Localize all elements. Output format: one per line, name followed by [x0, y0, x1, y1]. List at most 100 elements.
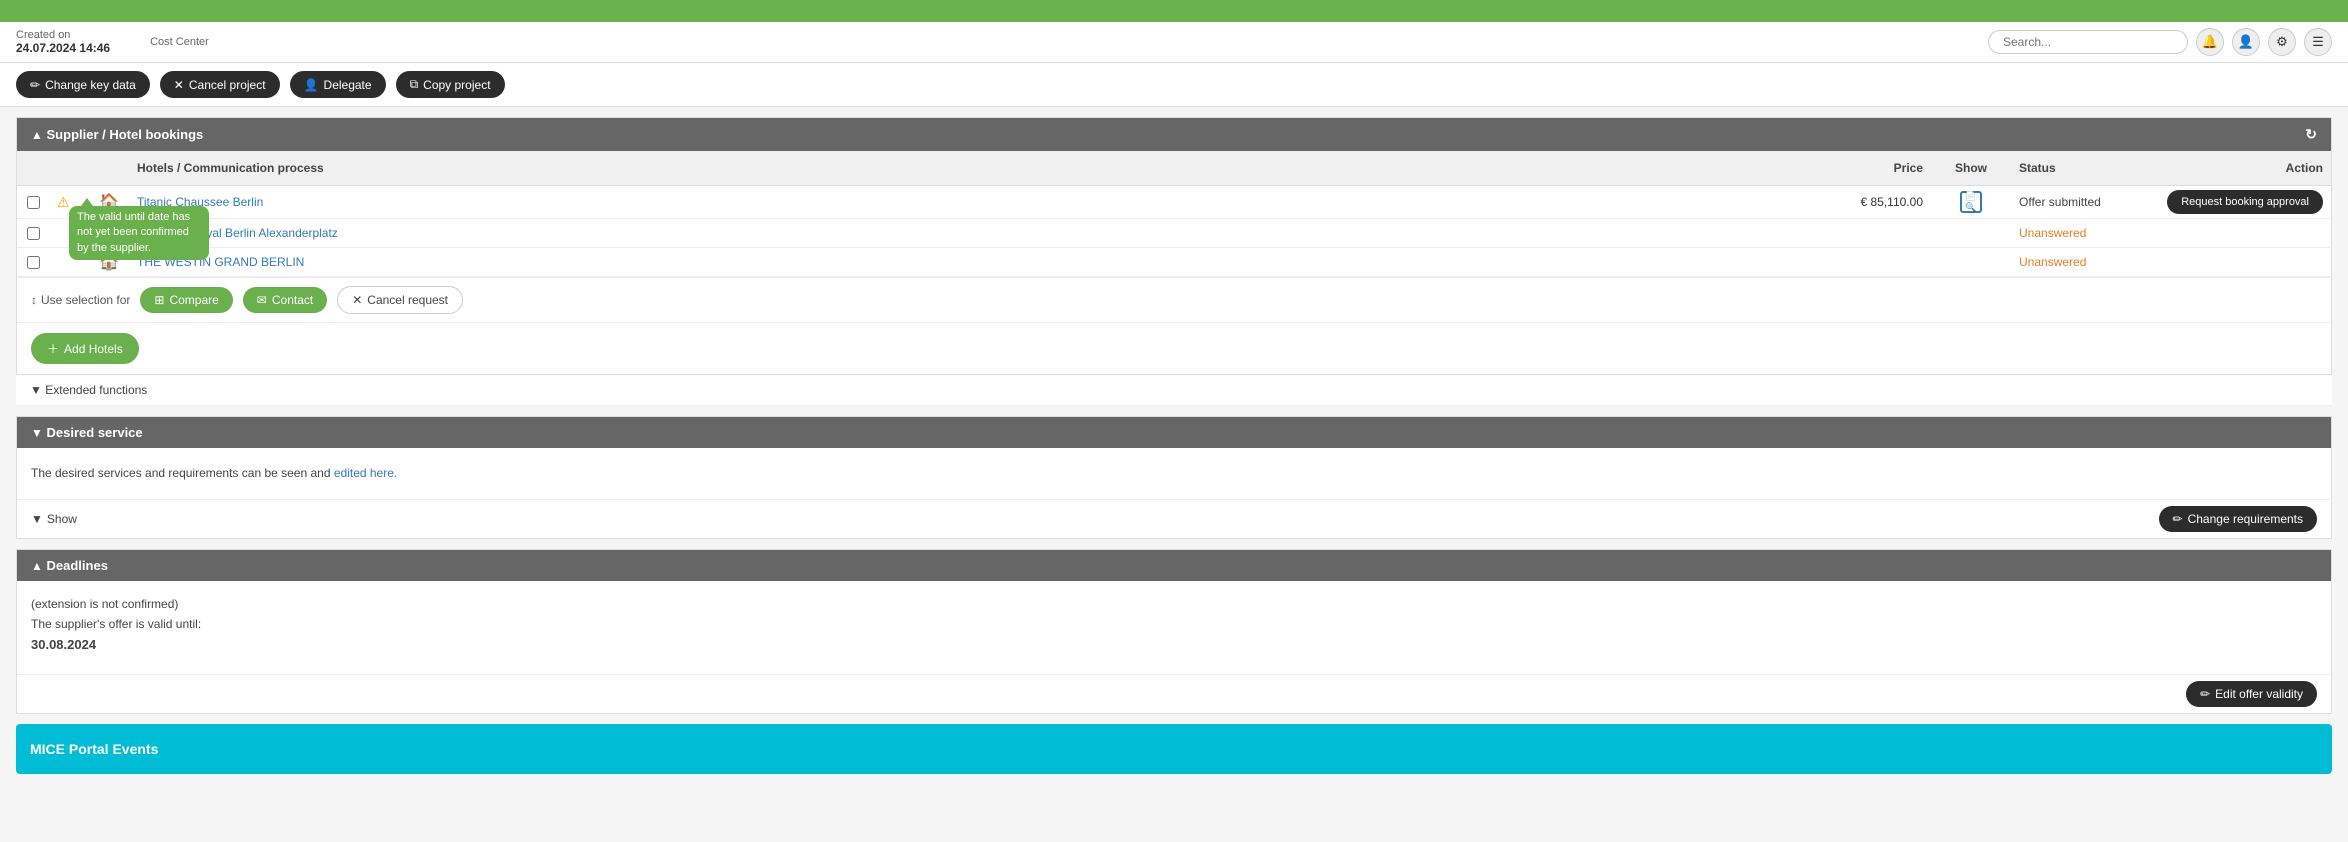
col-price-header: Price	[1771, 157, 1931, 179]
delegate-icon: 👤	[304, 78, 319, 92]
mice-portal-section: MICE Portal Events	[16, 724, 2332, 774]
edit-offer-validity-button[interactable]: ✏ Edit offer validity	[2186, 681, 2317, 707]
menu-icon[interactable]: ☰	[2304, 28, 2332, 56]
deadlines-title: ▲ Deadlines	[31, 558, 108, 573]
settings-icon[interactable]: ⚙	[2268, 28, 2296, 56]
row1-name-cell: Titanic Chaussee Berlin	[129, 186, 1771, 218]
chevron-up-icon: ▲	[31, 128, 43, 142]
show-document-icon[interactable]: 📄🔍	[1960, 191, 1982, 213]
supplier-section-icons: ↻	[2305, 126, 2317, 143]
desired-service-header[interactable]: ▼ Desired service	[17, 417, 2331, 448]
edit-icon: ✏	[30, 78, 40, 92]
cancel-request-button[interactable]: ✕ Cancel request	[337, 286, 463, 314]
delegate-button[interactable]: 👤 Delegate	[290, 71, 386, 98]
edit-offer-icon: ✏	[2200, 687, 2210, 701]
row1-action-cell[interactable]: Request booking approval	[2211, 186, 2331, 218]
cancel-req-icon: ✕	[352, 293, 362, 307]
cost-center-field: Cost Center	[150, 36, 209, 48]
supplier-section: ▲ Supplier / Hotel bookings ↻ Hotels / C…	[16, 117, 2332, 375]
created-on-label: Created on	[16, 29, 110, 41]
supplier-table-header: Hotels / Communication process Price Sho…	[17, 151, 2331, 186]
desired-service-content: The desired services and requirements ca…	[17, 448, 2331, 499]
row3-checkbox-cell[interactable]	[17, 248, 49, 276]
col-checkbox-header	[17, 157, 49, 179]
contact-icon: ✉	[257, 293, 267, 307]
row1-show-cell: 📄🔍	[1931, 186, 2011, 218]
show-toggle[interactable]: ▼ Show	[31, 512, 77, 526]
col-action-header: Action	[2211, 157, 2331, 179]
header-icon-cluster: 🔔 👤 ⚙ ☰	[2196, 28, 2332, 56]
user-icon[interactable]: 👤	[2232, 28, 2260, 56]
warning-icon[interactable]: ⚠	[57, 194, 70, 211]
change-key-data-button[interactable]: ✏ Change key data	[16, 71, 150, 98]
supplier-section-header[interactable]: ▲ Supplier / Hotel bookings ↻	[17, 118, 2331, 151]
contact-button[interactable]: ✉ Contact	[243, 287, 327, 313]
created-on-field: Created on 24.07.2024 14:46	[16, 29, 110, 55]
chevron-down-icon: ▼	[31, 512, 43, 526]
row2-checkbox[interactable]	[27, 227, 40, 240]
supplier-section-title: ▲ Supplier / Hotel bookings	[31, 127, 203, 142]
col-icon-header	[89, 157, 129, 179]
mice-portal-title: MICE Portal Events	[30, 741, 158, 757]
created-on-value: 24.07.2024 14:46	[16, 41, 110, 55]
cancel-icon: ✕	[174, 78, 184, 92]
compare-icon: ⊞	[154, 293, 164, 307]
sort-icon: ↕	[31, 293, 37, 307]
request-booking-approval-button[interactable]: Request booking approval	[2167, 190, 2323, 214]
action-buttons-bar: ✏ Change key data ✕ Cancel project 👤 Del…	[0, 63, 2348, 107]
row1-warning-cell: ⚠ The valid until date has not yet been …	[49, 186, 89, 218]
cancel-project-button[interactable]: ✕ Cancel project	[160, 71, 280, 98]
row3-action-cell	[2211, 248, 2331, 276]
selection-bar: ↕ Use selection for ⊞ Compare ✉ Contact …	[17, 277, 2331, 323]
notification-icon[interactable]: 🔔	[2196, 28, 2224, 56]
desired-service-section: ▼ Desired service The desired services a…	[16, 416, 2332, 539]
extension-note: (extension is not confirmed)	[31, 597, 2317, 611]
search-input[interactable]	[1988, 30, 2188, 54]
row3-status-text: Unanswered	[2019, 255, 2086, 269]
edit-offer-row: ✏ Edit offer validity	[17, 674, 2331, 713]
copy-project-button[interactable]: ⧉ Copy project	[396, 71, 505, 98]
row2-status-cell: Unanswered	[2011, 219, 2211, 247]
compare-button[interactable]: ⊞ Compare	[140, 287, 232, 313]
row2-show-cell	[1931, 219, 2011, 247]
plus-icon: ＋	[47, 340, 59, 357]
row3-status-cell: Unanswered	[2011, 248, 2211, 276]
row2-checkbox-cell[interactable]	[17, 219, 49, 247]
desired-service-title: ▼ Desired service	[31, 425, 143, 440]
row1-checkbox[interactable]	[27, 196, 40, 209]
row2-name-cell: Leonardo Royal Berlin Alexanderplatz	[129, 219, 1771, 247]
row3-show-cell	[1931, 248, 2011, 276]
header-search-area: 🔔 👤 ⚙ ☰	[1988, 28, 2332, 56]
selection-bar-label: ↕ Use selection for	[31, 293, 130, 307]
col-status-header: Status	[2011, 157, 2211, 179]
change-requirements-button[interactable]: ✏ Change requirements	[2159, 506, 2317, 532]
row2-action-cell	[2211, 219, 2331, 247]
col-warn-header	[49, 157, 89, 179]
copy-icon: ⧉	[410, 77, 419, 92]
extended-functions-row[interactable]: ▼ Extended functions	[16, 375, 2332, 406]
refresh-icon[interactable]: ↻	[2305, 126, 2317, 143]
row1-status-text: Offer submitted	[2019, 195, 2101, 209]
table-row: 🏠 Leonardo Royal Berlin Alexanderplatz U…	[17, 219, 2331, 248]
top-bar	[0, 0, 2348, 22]
row2-status-text: Unanswered	[2019, 226, 2086, 240]
row3-checkbox[interactable]	[27, 256, 40, 269]
offer-validity-date: 30.08.2024	[31, 637, 2317, 652]
cost-center-label: Cost Center	[150, 36, 209, 48]
chevron-down-icon: ▼	[31, 426, 43, 440]
row3-name-cell: THE WESTIN GRAND BERLIN	[129, 248, 1771, 276]
row1-checkbox-cell[interactable]	[17, 186, 49, 218]
edit-req-icon: ✏	[2173, 512, 2183, 526]
main-content: ▲ Supplier / Hotel bookings ↻ Hotels / C…	[0, 107, 2348, 784]
col-show-header: Show	[1931, 157, 2011, 179]
deadlines-section: ▲ Deadlines (extension is not confirmed)…	[16, 549, 2332, 714]
col-hotels-header: Hotels / Communication process	[129, 157, 1771, 179]
table-row: 🏠 THE WESTIN GRAND BERLIN Unanswered	[17, 248, 2331, 277]
offer-validity-label: The supplier's offer is valid until:	[31, 617, 2317, 631]
add-hotels-button[interactable]: ＋ Add Hotels	[31, 333, 139, 364]
table-row: ⚠ The valid until date has not yet been …	[17, 186, 2331, 219]
header-row: Created on 24.07.2024 14:46 Cost Center …	[0, 22, 2348, 63]
desired-service-description: The desired services and requirements ca…	[31, 464, 2317, 483]
edited-here-link[interactable]: edited here.	[334, 466, 397, 480]
deadlines-header[interactable]: ▲ Deadlines	[17, 550, 2331, 581]
